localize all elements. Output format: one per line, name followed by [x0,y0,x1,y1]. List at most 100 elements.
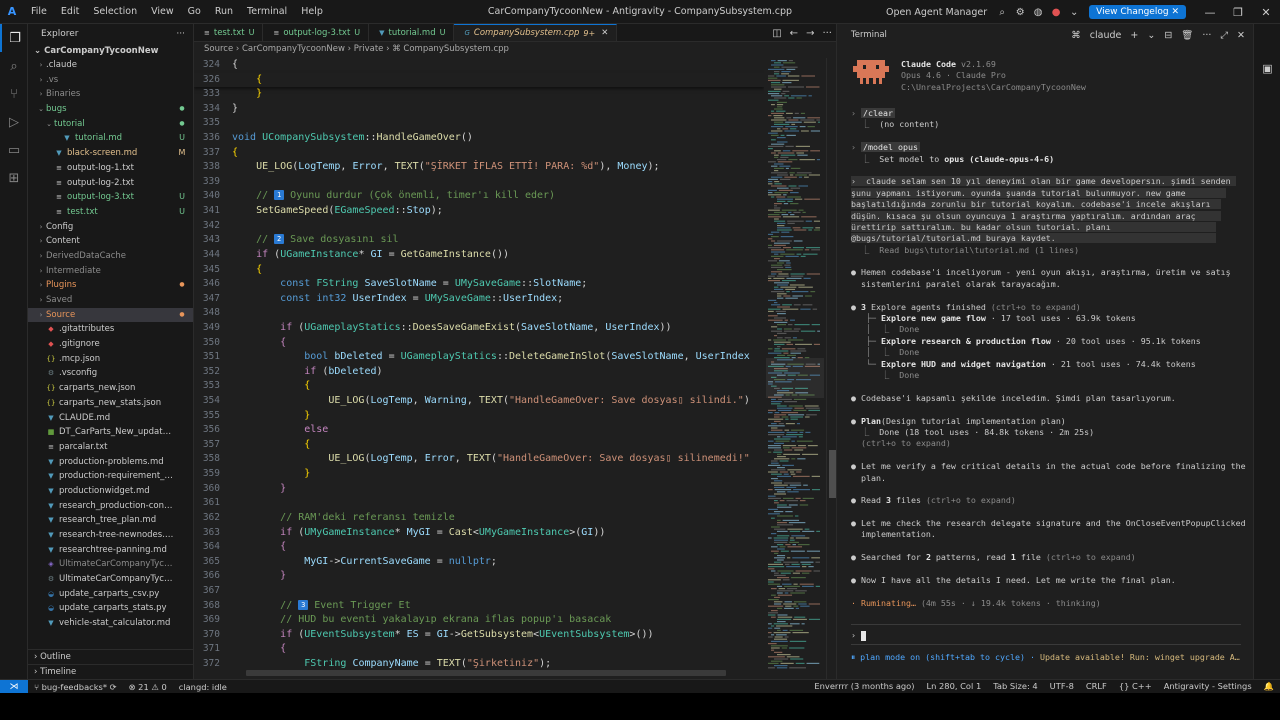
git-blame[interactable]: Enverrrr (3 months ago) [808,681,920,692]
code-line[interactable]: 371 { [194,642,764,657]
vertical-scrollbar[interactable] [826,58,836,679]
code-view[interactable]: 324{326 {333 } 334} 335 336 void UCompanySub… [194,58,764,679]
code-line[interactable]: 344 if (UGameInstance* GI = GetGameInsta… [194,248,764,263]
code-line[interactable]: 363 if (UMyGameInstance* MyGI = Cast<UMy… [194,526,764,541]
minimap-viewport[interactable] [766,358,824,398]
file-item[interactable]: ▦ DT_CarParts_New_updated.csv [28,425,193,440]
folder-item[interactable]: › Config [28,220,193,235]
code-line[interactable]: 346 const FString SaveSlotName = UMySave… [194,277,764,292]
more-actions-icon[interactable]: ··· [176,29,185,39]
code-line[interactable]: 336 void UCompanySubsystem::HandleGameOve… [194,131,764,146]
file-item[interactable]: ▼ tutorial.md U [28,131,193,146]
file-item[interactable]: ▼ vehicle-stat_calculator.md [28,616,193,631]
terminal-icon[interactable]: ⌘ [1071,30,1081,41]
explorer-icon[interactable]: ❐ [0,24,28,52]
close-tab-icon[interactable]: ✕ [601,28,608,38]
folder-item[interactable]: › .claude [28,58,193,73]
file-item[interactable]: ◈ UltimateCarCompanyTycoon.sln [28,557,193,572]
file-item[interactable]: {} carparts_new.json [28,381,193,396]
file-item[interactable]: ≡ parcalar.txt [28,440,193,455]
problems-status[interactable]: ⊗ 21 ⚠ 0 [123,682,173,692]
file-item[interactable]: ⚙ .vsconfig [28,366,193,381]
code-line[interactable]: 337 { [194,146,764,161]
code-line[interactable]: 349 if (UGameplayStatics::DoesSaveGameEx… [194,321,764,336]
encoding[interactable]: UTF-8 [1044,681,1080,692]
horizontal-scrollbar[interactable] [246,670,726,676]
language-mode[interactable]: {} C++ [1113,681,1158,692]
code-line[interactable]: 338 UE_LOG(LogTemp, Error, TEXT("ŞİRKET … [194,160,764,175]
file-item[interactable]: ◆ .gitattributes [28,322,193,337]
menu-file[interactable]: File [24,0,54,24]
code-line[interactable]: 362 // RAM'deki referansı temizle [194,511,764,526]
branch-status[interactable]: ⑂ bug-feedbacks* ⟳ [28,682,123,692]
code-line[interactable]: 368 // 3 Event Trigger Et [194,599,764,614]
forward-arrow-icon[interactable]: → [806,28,814,39]
file-item[interactable]: {} carparts_new_stats.json [28,396,193,411]
file-item[interactable]: ≡ test.txt U [28,205,193,220]
clangd-status[interactable]: clangd: idle [173,682,233,692]
remote-explorer-icon[interactable]: ▭ [0,136,28,164]
minimize-button[interactable]: — [1196,6,1224,19]
settings-status[interactable]: Antigravity - Settings [1158,681,1258,692]
code-line[interactable]: 347 const int32 UserIndex = UMySaveGame:… [194,292,764,307]
code-line[interactable]: 357 { [194,438,764,453]
minimap[interactable] [766,58,824,679]
folder-item[interactable]: › Saved [28,293,193,308]
code-line[interactable]: 345 { [194,263,764,278]
file-item[interactable]: ≡ output-log-3.txt U [28,190,193,205]
back-arrow-icon[interactable]: ← [790,28,798,39]
extensions-icon[interactable]: ⊞ [0,164,28,192]
project-root[interactable]: ⌄ CarCompanyTycoonNew [28,44,193,58]
open-agent-manager-link[interactable]: Open Agent Manager [886,7,987,18]
folder-item[interactable]: › Binaries [28,87,193,102]
file-item[interactable]: ◒ update_carparts_csv.py [28,587,193,602]
folder-item[interactable]: ⌄ tutorial ● [28,117,193,132]
code-line[interactable]: 359 } [194,467,764,482]
cursor-position[interactable]: Ln 280, Col 1 [921,681,988,692]
folder-item[interactable]: ⌄ bugs ● [28,102,193,117]
code-line[interactable]: 334} [194,102,764,117]
file-item[interactable]: ▼ production-requirement_conflict... [28,469,193,484]
source-control-icon[interactable]: ⑂ [0,80,28,108]
remote-indicator[interactable]: ⋊ [0,679,28,694]
outline-section[interactable]: › Outline [28,649,193,664]
code-line[interactable]: 367 [194,584,764,599]
menu-selection[interactable]: Selection [86,0,144,24]
file-item[interactable]: {} .mcp.json [28,352,193,367]
file-item[interactable]: ▼ productionwidget.md [28,484,193,499]
code-line[interactable]: 365 MyGI->CurrentSaveGame = nullptr; [194,555,764,570]
folder-item[interactable]: › Intermediate [28,264,193,279]
file-item[interactable]: ▼ production-problems.md [28,455,193,470]
more-actions-icon[interactable]: ··· [1202,30,1211,41]
folder-item[interactable]: › .vs [28,73,193,88]
menu-edit[interactable]: Edit [54,0,86,24]
menu-view[interactable]: View [144,0,181,24]
code-line[interactable]: 326 { [194,72,764,88]
code-line[interactable]: 366 } [194,569,764,584]
code-line[interactable]: 369 // HUD bu eventi yakalayıp ekrana if… [194,613,764,628]
chevron-down-icon[interactable]: ⌄ [1065,7,1083,18]
search-icon[interactable]: ⌕ [993,7,1011,18]
scrollbar-thumb[interactable] [829,450,836,498]
terminal-name[interactable]: claude [1090,30,1122,41]
chevron-down-icon[interactable]: ⌄ [1147,30,1155,41]
notifications-icon[interactable]: 🔔 [1258,681,1280,692]
code-line[interactable]: 352 if (bDeleted) [194,365,764,380]
folder-item[interactable]: › Plugins ● [28,278,193,293]
maximize-button[interactable]: ❐ [1224,6,1252,19]
split-editor-icon[interactable]: ◫ [772,28,781,39]
maximize-panel-icon[interactable]: ⤢ [1220,30,1228,41]
tab-test-txt[interactable]: ≡ test.txt U [194,24,264,41]
code-line[interactable]: 355 } [194,409,764,424]
code-line[interactable]: 361 [194,496,764,511]
timeline-section[interactable]: › Timeline [28,664,193,679]
code-line[interactable]: 343 // 2 Save dosyasını sil [194,233,764,248]
file-item[interactable]: ≡ output-log-1.txt [28,161,193,176]
file-item[interactable]: ▼ research_tree_plan.md [28,513,193,528]
run-debug-icon[interactable]: ▷ [0,108,28,136]
code-line[interactable]: 356 else [194,423,764,438]
menu-go[interactable]: Go [181,0,208,24]
tab-output-log-3-txt[interactable]: ≡ output-log-3.txt U [263,24,370,41]
code-line[interactable]: 340 // 1 Oyunu durdur (Çok önemli, timer… [194,189,764,204]
folder-item[interactable]: › Source ● [28,307,193,323]
